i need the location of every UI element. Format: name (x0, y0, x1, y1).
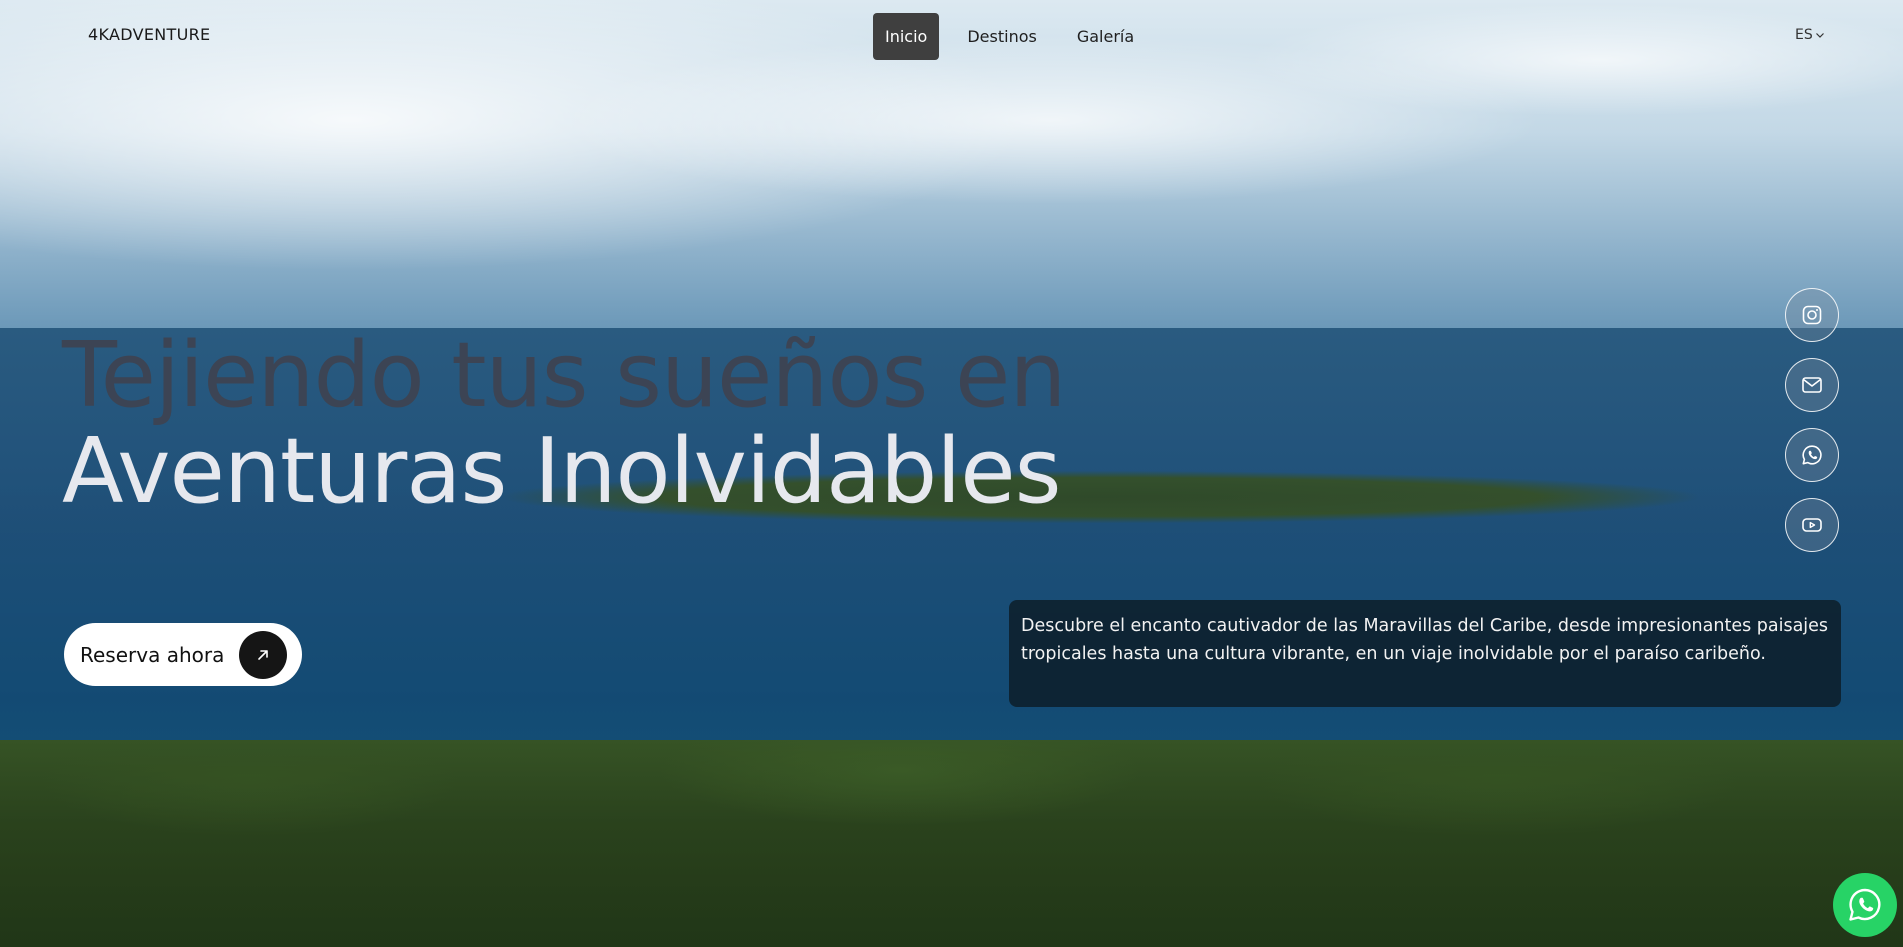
hero-headline-line2: Aventuras Inolvidables (62, 419, 1062, 524)
social-links (1785, 288, 1839, 552)
hero-section: 4KADVENTURE Inicio Destinos Galería ES T… (0, 0, 1903, 947)
hero-headline-line1: Tejiendo tus sueños en (62, 323, 1066, 428)
arrow-up-right-icon (239, 630, 287, 679)
nav-item-destinos[interactable]: Destinos (955, 13, 1048, 60)
main-nav: Inicio Destinos Galería (873, 13, 1162, 60)
language-label: ES (1795, 27, 1813, 43)
youtube-icon (1802, 518, 1822, 532)
youtube-button[interactable] (1785, 498, 1839, 552)
email-button[interactable] (1785, 358, 1839, 412)
mail-icon (1802, 377, 1822, 393)
hero-headline: Tejiendo tus sueños en Aventuras Inolvid… (62, 323, 1066, 524)
nav-item-galeria[interactable]: Galería (1065, 13, 1146, 60)
hero-description: Descubre el encanto cautivador de las Ma… (1009, 600, 1841, 707)
site-logo[interactable]: 4KADVENTURE (88, 25, 210, 44)
book-now-button[interactable]: Reserva ahora (64, 623, 302, 686)
whatsapp-icon (1802, 445, 1822, 465)
whatsapp-button[interactable] (1785, 428, 1839, 482)
whatsapp-icon (1849, 888, 1881, 921)
instagram-icon (1802, 305, 1822, 325)
whatsapp-floating-button[interactable] (1833, 873, 1897, 937)
book-now-label: Reserva ahora (80, 642, 225, 667)
nav-item-inicio[interactable]: Inicio (873, 13, 940, 60)
chevron-down-icon (1815, 33, 1824, 38)
language-selector[interactable]: ES (1795, 27, 1825, 43)
instagram-button[interactable] (1785, 288, 1839, 342)
